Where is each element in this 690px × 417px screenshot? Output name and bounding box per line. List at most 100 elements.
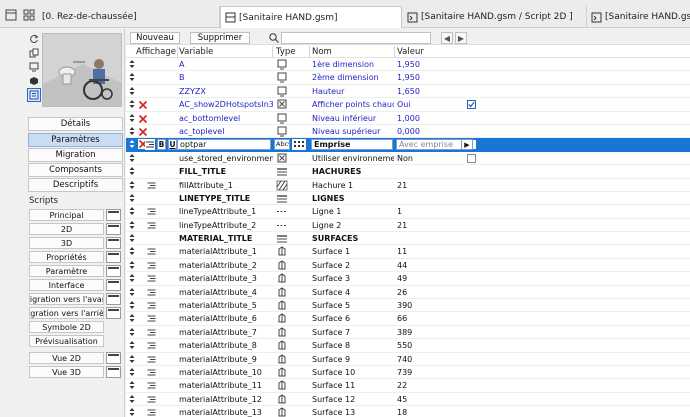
script-forward-migration-button[interactable]: Migration vers l'avant [29,293,104,305]
parameter-row[interactable]: use_stored_environment Utiliser environne… [126,152,690,166]
parameter-value[interactable]: 18 [397,408,463,417]
parameter-row[interactable]: materialAttribute_8 Surface 8 550 [126,339,690,353]
script-3d-button[interactable]: 3D [29,237,104,249]
drag-handle-icon[interactable] [129,153,135,163]
drag-handle-icon[interactable] [129,206,135,216]
script-main-button[interactable]: Principal [29,209,104,221]
parameter-row[interactable]: materialAttribute_7 Surface 7 389 [126,326,690,340]
drag-handle-icon[interactable] [129,180,135,190]
open-window-icon[interactable] [106,223,121,235]
parameter-value[interactable]: 21 [397,221,463,230]
parameter-row[interactable]: B 2ème dimension 1,950 [126,71,690,85]
drag-handle-icon[interactable] [129,126,135,136]
new-parameter-button[interactable]: Nouveau [130,32,180,44]
indent-icon[interactable] [147,181,156,190]
view-2d-button[interactable]: Vue 2D [29,352,104,364]
drag-handle-icon[interactable] [129,246,135,256]
type-selector[interactable]: Abc▾ [274,139,290,151]
previous-match-button[interactable]: ◀ [441,32,453,44]
parameter-value[interactable]: 1,950 [397,73,463,82]
open-window-icon[interactable] [106,209,121,221]
drag-handle-icon[interactable] [129,273,135,283]
parameter-value-field[interactable]: Avec emprise [396,139,462,151]
drag-handle-icon[interactable] [129,327,135,337]
value-checkbox[interactable] [467,100,476,110]
delete-parameter-button[interactable]: Supprimer [190,32,250,44]
indent-icon[interactable] [145,139,155,151]
drag-handle-icon[interactable] [129,394,135,404]
parameter-row[interactable]: materialAttribute_13 Surface 13 18 [126,406,690,417]
variable-name-field[interactable]: optpar [177,139,271,151]
parameter-row[interactable]: AC_show2DHotspotsIn3D Afficher points cha… [126,98,690,112]
preview-button[interactable]: Prévisualisation [29,335,104,347]
script-parameter-button[interactable]: Paramètre [29,265,104,277]
window-list-icon[interactable] [5,9,17,21]
indent-icon[interactable] [147,247,156,256]
nav-details-button[interactable]: Détails [28,117,123,131]
parameter-row[interactable]: ZZYZX Hauteur 1,650 [126,85,690,99]
tab-script-3d[interactable]: [Sanitaire HAND.gsm / Script [587,6,690,28]
drag-handle-icon[interactable] [129,354,135,364]
header-value[interactable]: Valeur [397,47,424,57]
bold-toggle[interactable]: B [157,139,166,151]
nav-migration-button[interactable]: Migration [28,148,123,162]
copy-icon[interactable] [28,47,40,59]
indent-icon[interactable] [147,314,156,323]
indent-icon[interactable] [147,207,156,216]
nav-components-button[interactable]: Composants [28,163,123,177]
underline-toggle[interactable]: U [168,139,177,151]
hide-param-x-icon[interactable] [138,114,148,124]
tab-floor-plan[interactable]: [0. Rez-de-chaussée] [38,6,220,28]
parameter-row[interactable]: LINETYPE_TITLE LIGNES [126,192,690,206]
parameter-row[interactable]: materialAttribute_11 Surface 11 22 [126,379,690,393]
drag-handle-icon[interactable] [129,367,135,377]
monitor-icon[interactable] [28,61,40,73]
parameter-row[interactable]: materialAttribute_9 Surface 9 740 [126,353,690,366]
parameter-row[interactable]: lineTypeAttribute_1 Ligne 1 1 [126,205,690,219]
header-variable[interactable]: Variable [179,47,213,57]
parameter-value[interactable]: 26 [397,288,463,297]
parameter-row[interactable]: materialAttribute_2 Surface 2 44 [126,259,690,273]
parameter-row[interactable]: materialAttribute_3 Surface 3 49 [126,272,690,286]
parameter-value[interactable]: 739 [397,368,463,377]
cube-icon[interactable] [28,75,40,87]
parameter-value[interactable]: 45 [397,395,463,404]
parameter-value[interactable]: 389 [397,328,463,337]
indent-icon[interactable] [147,288,156,297]
drag-handle-icon[interactable] [129,260,135,270]
indent-icon[interactable] [147,381,156,390]
hide-param-x-icon[interactable] [138,127,148,137]
drag-handle-icon[interactable] [129,99,135,109]
drag-handle-icon[interactable] [129,287,135,297]
parameter-row[interactable]: MATERIAL_TITLE SURFACES [126,232,690,246]
parameter-value[interactable]: Non [397,154,463,163]
parameter-value[interactable]: 550 [397,341,463,350]
parameter-value[interactable]: 44 [397,261,463,270]
script-2d-button[interactable]: 2D [29,223,104,235]
parameter-row[interactable]: materialAttribute_4 Surface 4 26 [126,286,690,300]
parameter-row[interactable]: materialAttribute_5 Surface 5 390 [126,299,690,313]
parameter-value[interactable]: 1,950 [397,60,463,69]
drag-handle-icon[interactable] [129,220,135,230]
open-window-icon[interactable] [106,366,121,378]
parameter-value[interactable]: 11 [397,247,463,256]
parameter-name-field[interactable]: Emprise [311,139,393,151]
parameter-value[interactable]: 49 [397,274,463,283]
tab-script-2d[interactable]: [Sanitaire HAND.gsm / Script 2D ] [403,6,587,28]
parameter-value[interactable]: 0,000 [397,127,463,136]
parameter-value[interactable]: 1 [397,207,463,216]
indent-icon[interactable] [147,328,156,337]
parameter-row-selected[interactable]: B U optpar Abc▾ Emprise Avec emprise ▶ [126,138,690,152]
parameter-value[interactable]: 66 [397,314,463,323]
open-window-icon[interactable] [106,352,121,364]
open-window-icon[interactable] [106,251,121,263]
parameter-row[interactable]: ac_toplevel Niveau supérieur 0,000 [126,125,690,139]
view-3d-button[interactable]: Vue 3D [29,366,104,378]
grid-view-icon[interactable] [23,9,35,21]
script-properties-button[interactable]: Propriétés [29,251,104,263]
value-expand-arrow-icon[interactable]: ▶ [461,139,473,151]
open-window-icon[interactable] [106,237,121,249]
refresh-icon[interactable] [28,33,40,45]
drag-handle-icon[interactable] [129,113,135,123]
indent-icon[interactable] [147,408,156,417]
